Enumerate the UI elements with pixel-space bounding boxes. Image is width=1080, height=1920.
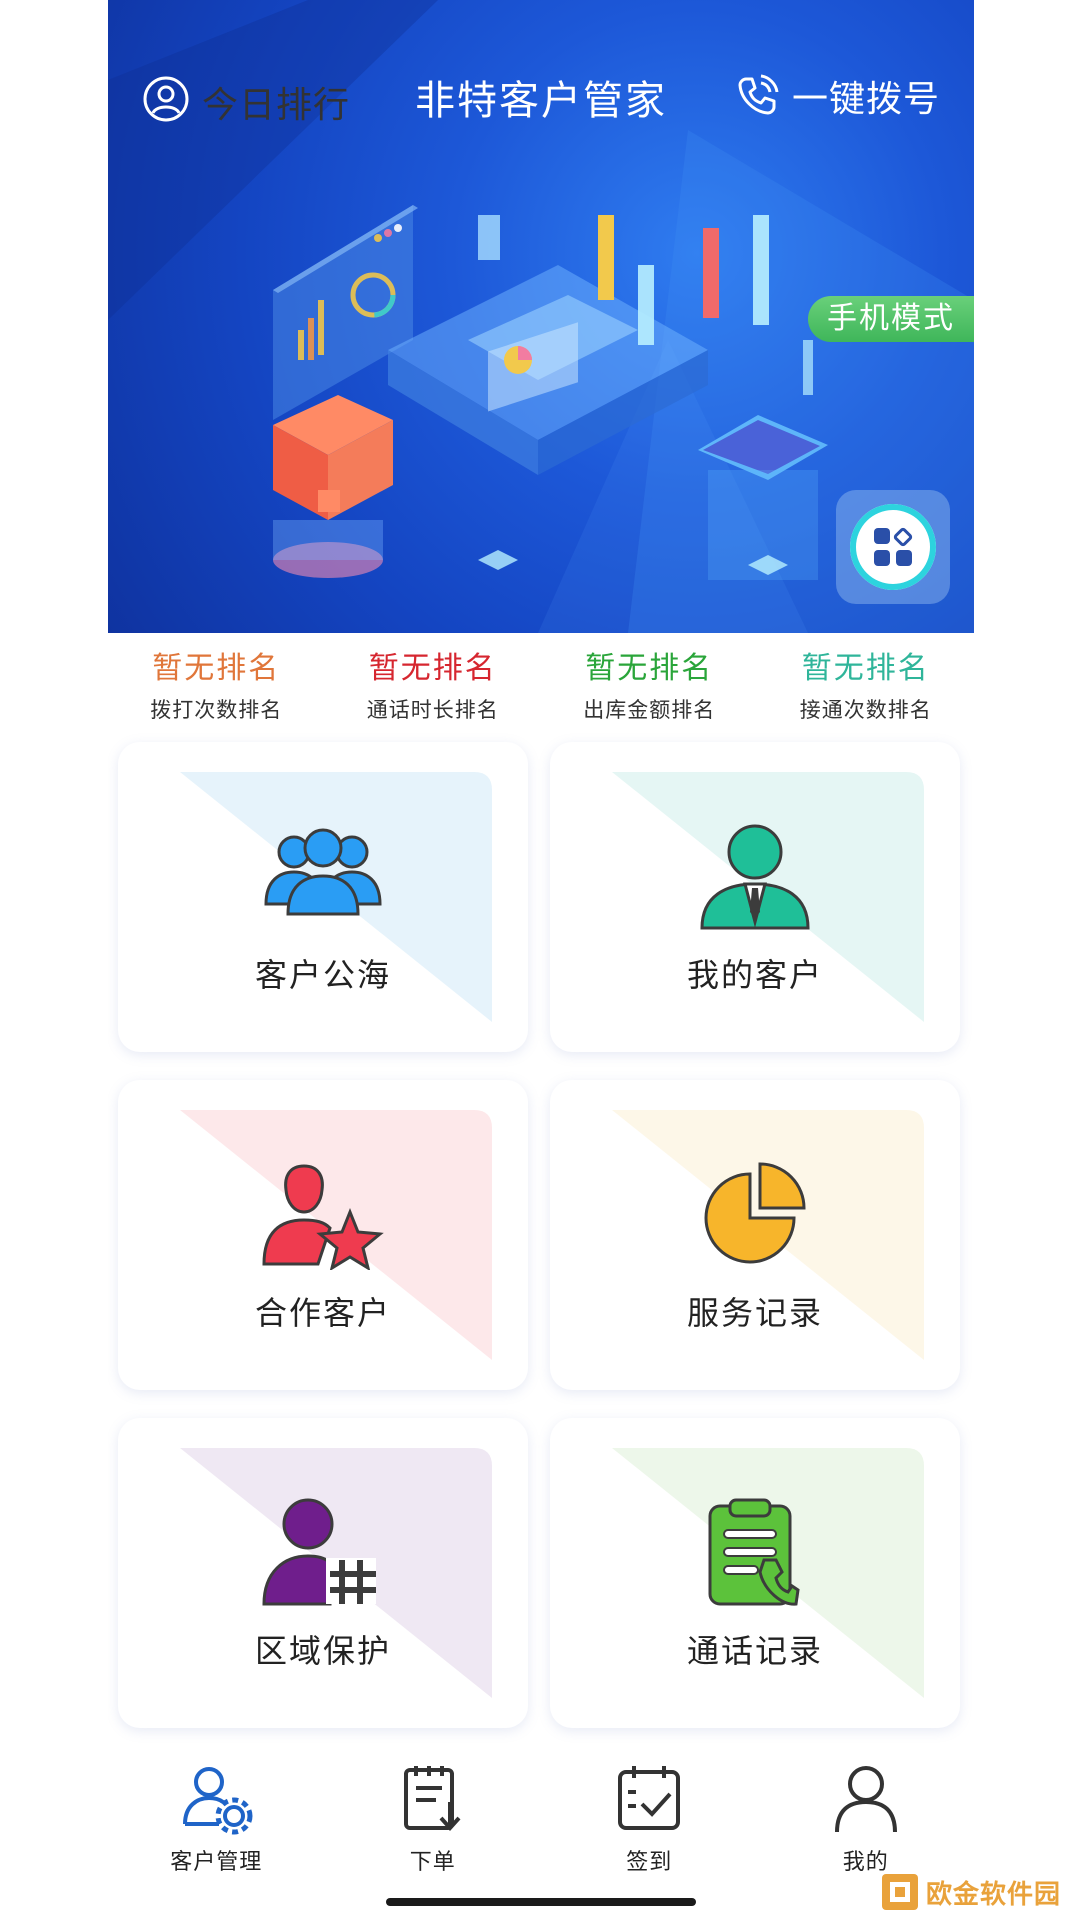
ranking-value: 暂无排名 xyxy=(585,651,714,686)
top-bar: 今日排行 非特客户管家 一键拨号 xyxy=(108,60,974,130)
clipboard-phone-icon xyxy=(708,1498,800,1606)
bottom-nav: 客户管理 下单 签到 我的 xyxy=(108,1752,974,1892)
one-click-dial-button[interactable]: 一键拨号 xyxy=(734,70,940,122)
card-area-protection[interactable]: 区域保护 xyxy=(118,1418,528,1728)
card-label: 合作客户 xyxy=(254,1294,391,1332)
ranking-label: 出库金额排名 xyxy=(583,698,716,722)
nav-label: 签到 xyxy=(626,1850,673,1875)
nav-label: 客户管理 xyxy=(170,1850,263,1875)
hero-banner: 今日排行 非特客户管家 一键拨号 手机模式 xyxy=(108,0,974,633)
user-star-icon xyxy=(262,1164,384,1270)
card-call-records[interactable]: 通话记录 xyxy=(550,1418,960,1728)
card-partner-customers[interactable]: 合作客户 xyxy=(118,1080,528,1390)
right-margin xyxy=(974,0,1080,1920)
ranking-value: 暂无排名 xyxy=(368,651,497,686)
quick-apps-button[interactable] xyxy=(836,490,950,604)
phone-icon xyxy=(738,74,779,115)
nav-label: 下单 xyxy=(409,1850,456,1875)
card-label: 通话记录 xyxy=(686,1632,823,1670)
user-settings-icon xyxy=(183,1767,253,1835)
left-margin xyxy=(0,0,108,1920)
rankings-row: 暂无排名 拨打次数排名 暂无排名 通话时长排名 暂无排名 出库金额排名 暂无排名… xyxy=(108,650,974,730)
card-label: 我的客户 xyxy=(686,956,823,994)
ranking-label: 接通次数排名 xyxy=(799,698,932,722)
ranking-value: 暂无排名 xyxy=(801,651,930,686)
nav-customer-management[interactable]: 客户管理 xyxy=(108,1752,325,1892)
order-icon xyxy=(403,1766,461,1831)
watermark: 欧金软件园 xyxy=(880,1872,1061,1912)
card-service-records[interactable]: 服务记录 xyxy=(550,1080,960,1390)
users-group-icon xyxy=(264,828,382,916)
nav-profile[interactable]: 我的 xyxy=(758,1752,975,1892)
ranking-outbound-amount[interactable]: 暂无排名 出库金额排名 xyxy=(541,650,758,730)
ranking-call-count[interactable]: 暂无排名 拨打次数排名 xyxy=(108,650,325,730)
pie-chart-icon xyxy=(704,1162,806,1264)
nav-check-in[interactable]: 签到 xyxy=(541,1752,758,1892)
quick-apps-button-inner xyxy=(850,504,936,590)
watermark-text: 欧金软件园 xyxy=(926,1879,1062,1910)
profile-icon xyxy=(834,1766,897,1833)
one-click-dial-label: 一键拨号 xyxy=(791,79,940,120)
home-indicator[interactable] xyxy=(386,1898,696,1906)
nav-place-order[interactable]: 下单 xyxy=(325,1752,542,1892)
card-label: 服务记录 xyxy=(686,1294,823,1332)
checkin-calendar-icon xyxy=(618,1766,681,1830)
phone-mode-toggle[interactable]: 手机模式 xyxy=(808,296,974,342)
ranking-label: 通话时长排名 xyxy=(366,698,499,722)
card-my-customers[interactable]: 我的客户 xyxy=(550,742,960,1052)
ranking-value: 暂无排名 xyxy=(152,651,281,686)
card-label: 区域保护 xyxy=(254,1632,391,1670)
card-label: 客户公海 xyxy=(254,956,391,994)
grid-apps-icon xyxy=(874,527,913,566)
card-customer-pool[interactable]: 客户公海 xyxy=(118,742,528,1052)
ranking-call-duration[interactable]: 暂无排名 通话时长排名 xyxy=(325,650,542,730)
app-screen: 今日排行 非特客户管家 一键拨号 手机模式 暂无排名 拨打次数排名 暂无排名 通… xyxy=(108,0,974,1920)
watermark-logo xyxy=(882,1874,918,1910)
user-hash-icon xyxy=(262,1498,376,1606)
ranking-connected-count[interactable]: 暂无排名 接通次数排名 xyxy=(758,650,975,730)
ranking-label: 拨打次数排名 xyxy=(150,698,283,722)
business-person-icon xyxy=(700,824,810,930)
